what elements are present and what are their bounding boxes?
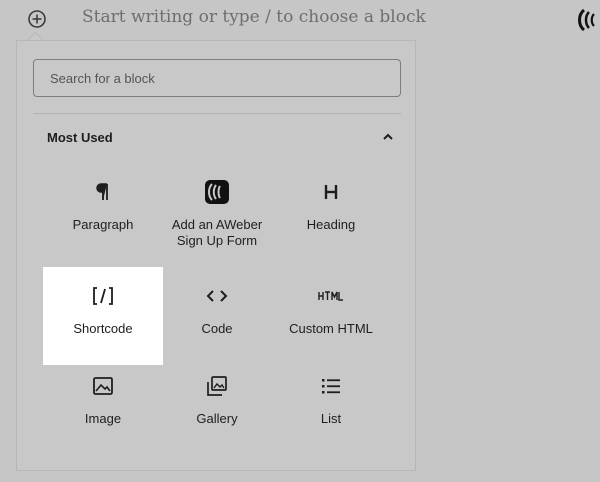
block-label: Code [201,321,233,336]
block-label: List [320,411,342,426]
divider [33,113,401,114]
block-label: Paragraph [72,217,134,232]
html-icon [318,283,344,309]
most-used-section-toggle[interactable]: Most Used [33,119,401,155]
block-aweber-form[interactable]: Add an AWeber Sign Up Form [157,163,277,261]
block-gallery[interactable]: Gallery [157,357,277,455]
editor-row: Start writing or type / to choose a bloc… [0,0,600,40]
block-shortcode[interactable]: Shortcode [43,267,163,365]
shortcode-icon [91,283,115,309]
chevron-up-icon [383,133,393,140]
block-label: Add an AWeber Sign Up Form [171,217,263,248]
heading-icon [322,179,340,205]
editor-placeholder[interactable]: Start writing or type / to choose a bloc… [82,7,426,27]
block-label: Gallery [196,411,238,426]
code-icon [205,283,229,309]
block-label: Custom HTML [289,321,373,336]
block-inserter-popover: Most Used Paragraph [16,40,416,471]
block-list[interactable]: List [271,357,391,455]
section-title: Most Used [47,129,113,145]
block-search-input[interactable] [33,59,401,97]
image-icon [92,373,114,399]
block-label: Image [84,411,122,426]
list-icon [320,373,342,399]
block-custom-html[interactable]: Custom HTML [271,267,391,365]
block-heading[interactable]: Heading [271,163,391,261]
plus-circle-icon [28,10,46,28]
block-code[interactable]: Code [157,267,277,365]
block-image[interactable]: Image [43,357,163,455]
paragraph-icon [94,179,112,205]
aweber-icon [204,179,230,205]
aweber-icon[interactable] [578,7,600,33]
block-paragraph[interactable]: Paragraph [43,163,163,261]
add-block-button[interactable] [27,9,47,29]
gallery-icon [206,373,228,399]
block-label: Shortcode [73,321,133,336]
block-label: Heading [306,217,356,232]
